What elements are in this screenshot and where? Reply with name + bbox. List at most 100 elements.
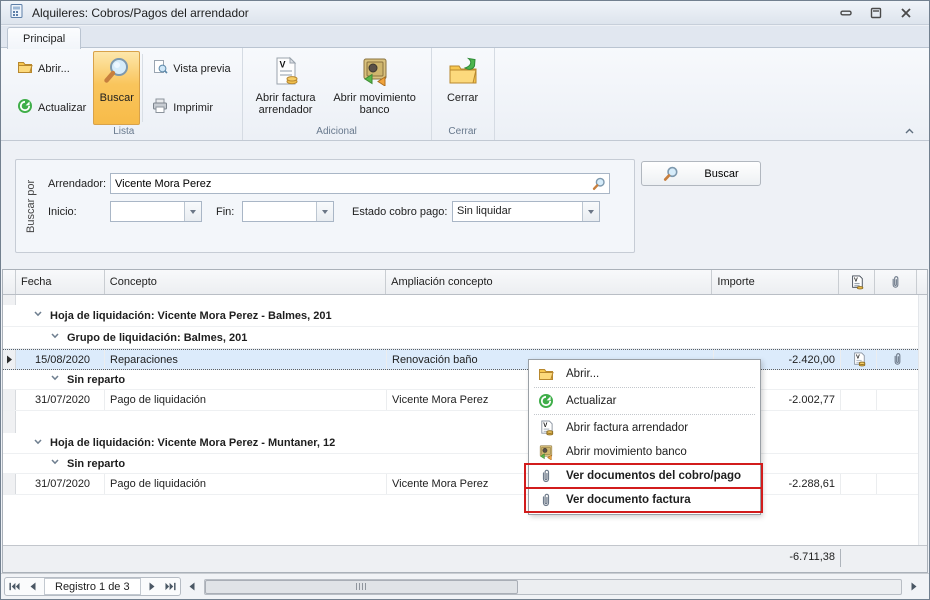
- column-header-importe[interactable]: Importe: [712, 270, 840, 294]
- tab-principal[interactable]: Principal: [7, 27, 82, 49]
- paperclip-icon: [537, 493, 555, 508]
- horizontal-scrollbar[interactable]: [203, 578, 902, 595]
- ribbon-group-lista: Abrir... Actualizar Buscar Vista previa …: [6, 48, 243, 140]
- restore-icon[interactable]: [869, 6, 883, 20]
- menu-item-abrir-movimiento[interactable]: Abrir movimiento banco: [531, 440, 758, 464]
- chevron-down-icon[interactable]: [582, 202, 599, 221]
- group-inner-separator: [142, 54, 144, 122]
- cell-concepto: Reparaciones: [105, 350, 387, 369]
- estado-combo[interactable]: Sin liquidar: [452, 201, 600, 222]
- last-record-icon[interactable]: [164, 579, 177, 594]
- group-row[interactable]: Sin reparto: [3, 454, 920, 474]
- preview-icon: [152, 59, 168, 78]
- svg-text:V: V: [854, 277, 858, 283]
- column-header-ampliacion[interactable]: Ampliación concepto: [386, 270, 713, 294]
- cell-clip-empty: [877, 474, 919, 494]
- menu-separator: [534, 414, 755, 415]
- ribbon-group-cerrar: Cerrar Cerrar: [432, 48, 495, 140]
- arrendador-label: Arrendador:: [48, 177, 107, 190]
- row-arrow-icon: [6, 355, 12, 364]
- inicio-label: Inicio:: [48, 205, 77, 218]
- scrollbar-thumb[interactable]: [204, 579, 518, 594]
- inicio-combo[interactable]: [110, 201, 202, 222]
- imprimir-button[interactable]: Imprimir: [149, 96, 233, 119]
- refresh-icon: [537, 393, 555, 409]
- minimize-icon[interactable]: [839, 6, 853, 20]
- app-window: Alquileres: Cobros/Pagos del arrendador …: [0, 0, 930, 600]
- group-row[interactable]: Sin reparto: [3, 370, 920, 390]
- folder-open-icon: [17, 59, 33, 78]
- chevron-down-icon[interactable]: [184, 202, 201, 221]
- chevron-down-icon[interactable]: [33, 309, 43, 322]
- paperclip-icon[interactable]: [877, 350, 919, 369]
- column-header-fecha[interactable]: Fecha: [16, 270, 105, 294]
- menu-item-actualizar[interactable]: Actualizar: [531, 389, 758, 413]
- next-record-icon[interactable]: [146, 579, 159, 594]
- magnifier-icon: [102, 56, 132, 89]
- chevron-down-icon[interactable]: [50, 373, 60, 386]
- magnifier-icon: [650, 166, 701, 182]
- scroll-left-icon[interactable]: [186, 579, 199, 594]
- actualizar-button[interactable]: Actualizar: [14, 96, 89, 119]
- record-counter: Registro 1 de 3: [44, 578, 141, 595]
- scroll-right-icon[interactable]: [907, 582, 921, 591]
- vista-previa-button[interactable]: Vista previa: [149, 57, 233, 80]
- arrendador-input[interactable]: [111, 174, 589, 193]
- cell-factura-empty: [841, 474, 877, 494]
- table-row-selected[interactable]: 15/08/2020 Reparaciones Renovación baño …: [3, 349, 920, 370]
- invoice-icon: V: [271, 56, 301, 89]
- buscar-panel-button[interactable]: Buscar: [641, 161, 761, 186]
- arrendador-field: [110, 173, 610, 194]
- group-row[interactable]: Hoja de liquidación: Vicente Mora Perez …: [3, 433, 920, 454]
- safe-icon: [360, 56, 390, 89]
- abrir-movimiento-button[interactable]: Abrir movimiento banco: [327, 51, 423, 125]
- previous-record-icon[interactable]: [26, 579, 39, 594]
- abrir-factura-button[interactable]: V Abrir factura arrendador: [251, 51, 321, 125]
- menu-item-ver-documentos-cobro-pago[interactable]: Ver documentos del cobro/pago: [524, 463, 763, 489]
- cell-concepto: Pago de liquidación: [105, 390, 387, 410]
- cerrar-button[interactable]: Cerrar: [437, 51, 489, 125]
- statusbar: Registro 1 de 3: [1, 573, 929, 599]
- lookup-magnifier-icon[interactable]: [589, 177, 609, 191]
- factura-icon[interactable]: V: [841, 350, 877, 369]
- column-header-factura-icon[interactable]: V: [839, 270, 876, 294]
- cell-fecha: 15/08/2020: [16, 350, 105, 369]
- table-row[interactable]: 31/07/2020 Pago de liquidación Vicente M…: [3, 390, 920, 411]
- grid-header: Fecha Concepto Ampliación concepto Impor…: [3, 270, 927, 295]
- menu-item-abrir-factura[interactable]: V Abrir factura arrendador: [531, 416, 758, 440]
- column-header-concepto[interactable]: Concepto: [105, 270, 387, 294]
- first-record-icon[interactable]: [8, 579, 21, 594]
- search-panel-side-label: Buscar por: [25, 179, 37, 233]
- cell-fecha: 31/07/2020: [16, 474, 105, 494]
- total-importe: -6.711,38: [714, 549, 841, 567]
- group-caption-adicional: Adicional: [316, 126, 357, 137]
- cell-factura-empty: [841, 390, 877, 410]
- close-icon[interactable]: [899, 6, 913, 20]
- buscar-ribbon-button[interactable]: Buscar: [93, 51, 141, 125]
- table-row[interactable]: 31/07/2020 Pago de liquidación Vicente M…: [3, 474, 920, 495]
- menu-item-ver-documento-factura[interactable]: Ver documento factura: [524, 487, 763, 513]
- paperclip-icon: [537, 469, 555, 484]
- chevron-down-icon[interactable]: [50, 331, 60, 344]
- abrir-button[interactable]: Abrir...: [14, 57, 89, 80]
- fin-combo[interactable]: [242, 201, 334, 222]
- chevron-down-icon[interactable]: [316, 202, 333, 221]
- context-menu: Abrir... Actualizar V Abrir factura arre…: [524, 359, 763, 515]
- titlebar: Alquileres: Cobros/Pagos del arrendador: [1, 1, 929, 25]
- chevron-down-icon[interactable]: [33, 437, 43, 450]
- menu-item-abrir[interactable]: Abrir...: [531, 362, 758, 386]
- menu-separator: [534, 387, 755, 388]
- record-navigator: Registro 1 de 3: [4, 577, 181, 596]
- group-row[interactable]: Grupo de liquidación: Balmes, 201: [3, 327, 920, 349]
- fin-label: Fin:: [216, 205, 235, 218]
- cell-concepto: Pago de liquidación: [105, 474, 387, 494]
- column-header-paperclip-icon[interactable]: [875, 270, 917, 294]
- collapse-ribbon-icon[interactable]: [901, 124, 917, 137]
- ribbon: Abrir... Actualizar Buscar Vista previa …: [1, 47, 929, 141]
- header-filler: [917, 270, 927, 294]
- chevron-down-icon[interactable]: [50, 457, 60, 470]
- folder-open-icon: [537, 366, 555, 382]
- group-row[interactable]: Hoja de liquidación: Vicente Mora Perez …: [3, 305, 920, 327]
- window-title: Alquileres: Cobros/Pagos del arrendador: [32, 5, 249, 20]
- svg-text:V: V: [279, 60, 285, 70]
